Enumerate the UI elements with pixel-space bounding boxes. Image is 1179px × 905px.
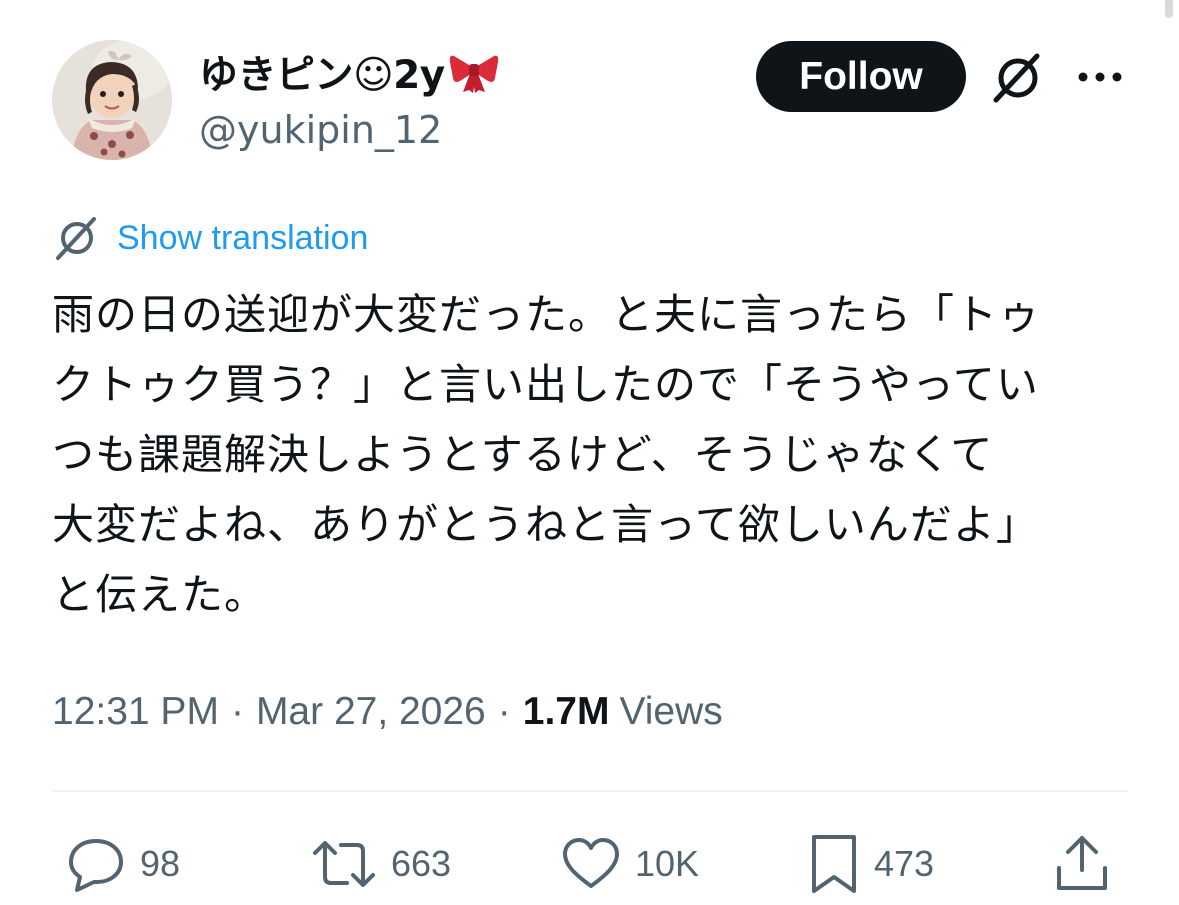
more-icon[interactable]: [1076, 62, 1124, 92]
like-button[interactable]: 10K: [561, 832, 699, 896]
child-photo-avatar: [52, 40, 172, 160]
tweet-text-line: 雨の日の送迎が大変だった。と夫に言ったら「トゥ: [52, 290, 1042, 339]
tweet-text-line: 大変だよね、ありがとうねと言って欲しいんだよ」: [52, 500, 1039, 549]
views-label: Views: [619, 690, 723, 733]
tweet-text-line: クトゥク買う？」と言い出したので「そうやってい: [52, 360, 1039, 409]
tweet-date[interactable]: Mar 27, 2026: [256, 690, 486, 734]
grok-icon[interactable]: [990, 50, 1046, 106]
tweet-time[interactable]: 12:31 PM: [52, 690, 219, 734]
divider: [52, 790, 1128, 792]
tweet-text: 雨の日の送迎が大変だった。と夫に言ったら「トゥ クトゥク買う？」と言い出したので…: [52, 280, 1152, 630]
bookmark-icon: [812, 835, 856, 893]
tweet-page: ゆきピン☺2y @yukipin_12 Follow Show translat…: [0, 0, 1179, 905]
reply-icon: [69, 839, 123, 892]
like-count: 10K: [635, 843, 700, 884]
ribbon-bow-icon: [449, 50, 499, 94]
views-count: 1.7M: [522, 690, 610, 733]
author-display-name[interactable]: ゆきピン☺2y: [199, 44, 445, 100]
follow-button[interactable]: Follow: [756, 41, 966, 112]
author-name-row[interactable]: ゆきピン☺2y: [199, 44, 499, 100]
reply-count: 98: [140, 843, 181, 884]
meta-separator: ·: [497, 690, 511, 733]
meta-separator: ·: [230, 690, 244, 733]
grok-translate-icon: [52, 214, 100, 262]
avatar[interactable]: [52, 40, 172, 160]
repost-button[interactable]: 663: [311, 832, 451, 896]
reply-button[interactable]: 98: [66, 832, 180, 896]
show-translation-link[interactable]: Show translation: [117, 219, 368, 258]
tweet-text-line: つも課題解決しようとするけど、そうじゃなくて: [52, 430, 994, 479]
bookmark-button[interactable]: 473: [808, 832, 934, 896]
tweet-meta: 12:31 PM · Mar 27, 2026 · 1.7M Views: [52, 684, 723, 740]
bookmark-count: 473: [874, 843, 935, 884]
author-handle[interactable]: @yukipin_12: [199, 108, 442, 152]
share-icon: [1057, 836, 1107, 890]
repost-count: 663: [391, 843, 452, 884]
share-button[interactable]: [1054, 832, 1110, 896]
repost-icon: [313, 841, 375, 887]
heart-icon: [563, 838, 619, 888]
scrollbar-edge[interactable]: [1165, 0, 1173, 18]
tweet-text-line: と伝えた。: [52, 570, 268, 619]
translation-row[interactable]: Show translation: [52, 212, 368, 264]
